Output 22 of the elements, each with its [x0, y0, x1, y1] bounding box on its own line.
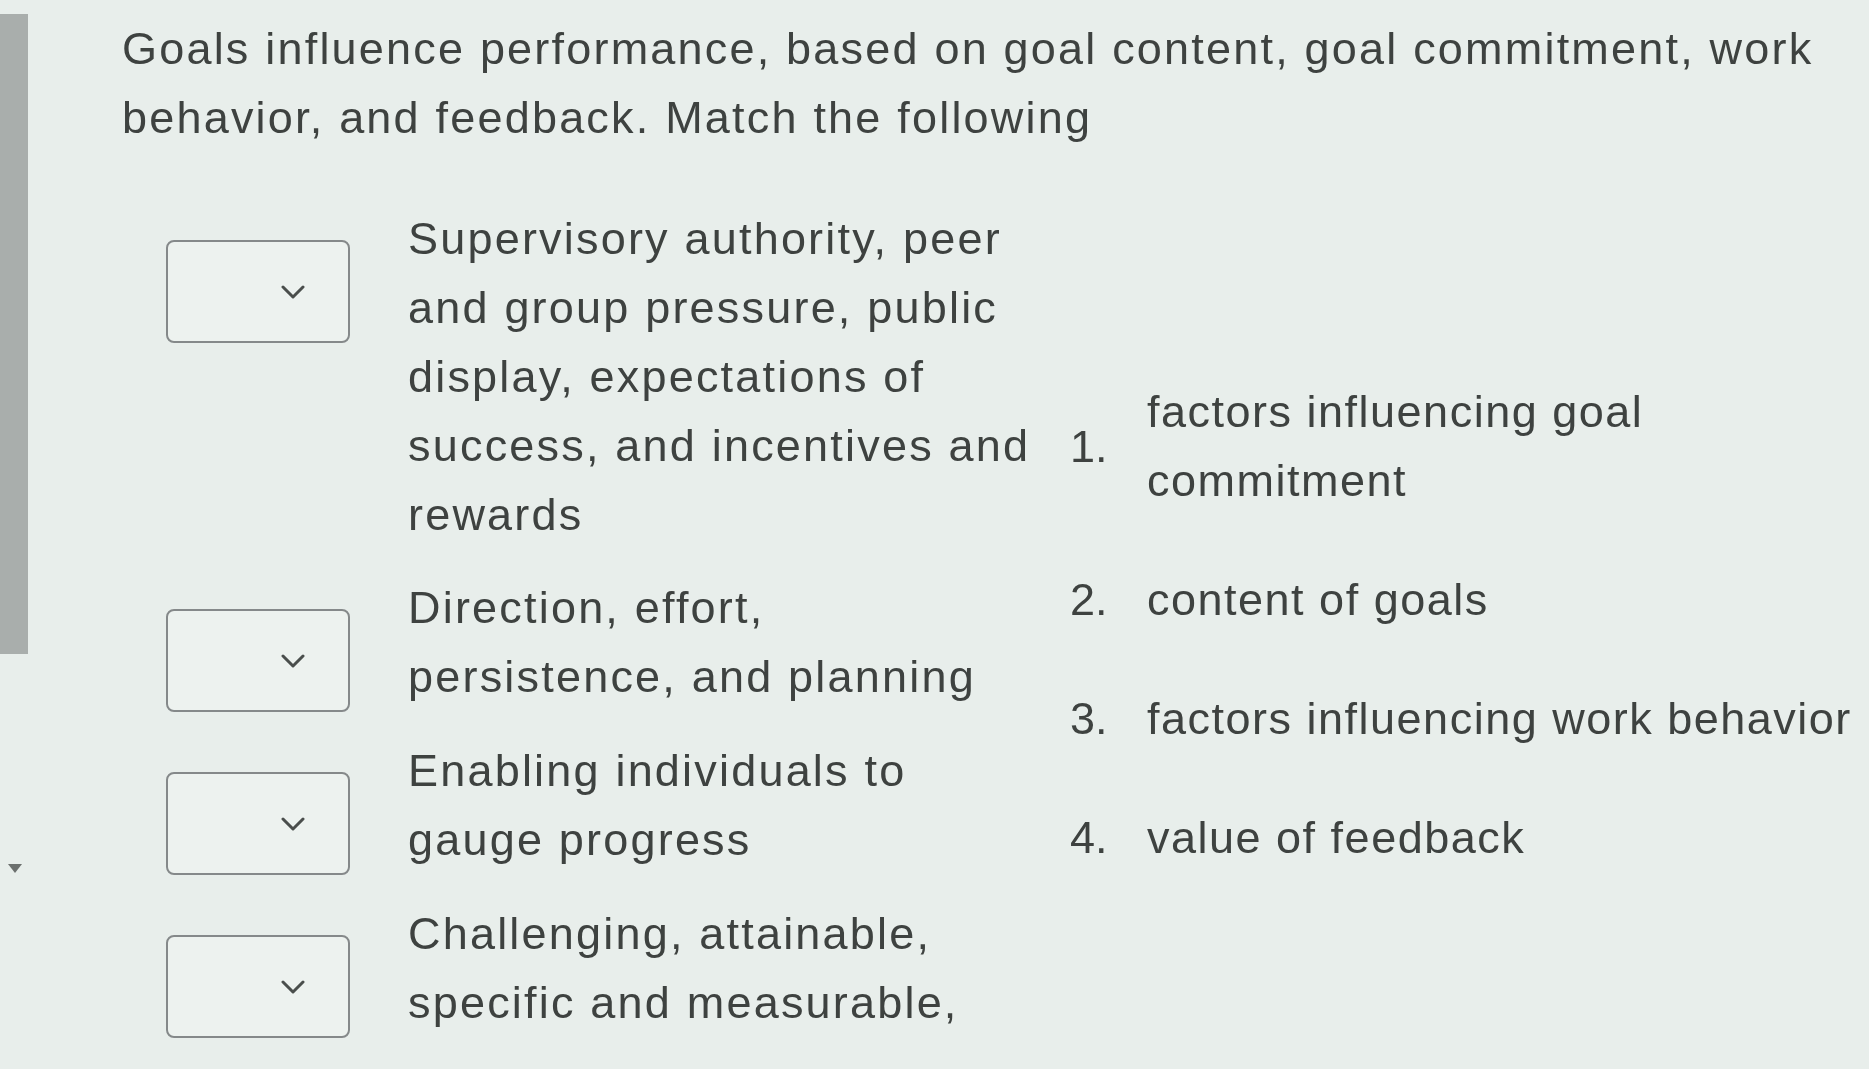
- answer-dropdown[interactable]: [166, 772, 350, 875]
- answer-number: 1.: [1070, 419, 1109, 474]
- answer-dropdown[interactable]: [166, 935, 350, 1038]
- triangle-down-icon[interactable]: [8, 864, 22, 873]
- question-text: Goals influence performance, based on goal content, goal commitment, work behavior, and feedback. Match the following: [122, 22, 1815, 145]
- prompt-text: Enabling individuals to gauge progress: [408, 744, 908, 867]
- answer-dropdown[interactable]: [166, 609, 350, 712]
- answer-text: content of goals: [1147, 573, 1490, 627]
- prompt-text: Supervisory authority, peer and group pressure, public display, expectations of success, and incentives and rewards: [408, 212, 1032, 542]
- chevron-down-icon: [281, 653, 305, 668]
- answer-text: factors influencing work behavior: [1147, 692, 1853, 746]
- prompt-text: Direction, effort, persistence, and planning: [408, 581, 977, 704]
- chevron-down-icon: [281, 284, 305, 299]
- answer-number: 3.: [1070, 692, 1109, 746]
- answer-text: factors influencing goal commitment: [1147, 385, 1645, 508]
- answer-number: 4.: [1070, 811, 1109, 865]
- chevron-down-icon: [281, 816, 305, 831]
- answer-number: 2.: [1070, 573, 1109, 627]
- prompt-text: Challenging, attainable, specific and measurable,: [408, 907, 960, 1030]
- answer-dropdown[interactable]: [166, 240, 350, 343]
- chevron-down-icon: [281, 979, 305, 994]
- answer-text: value of feedback: [1147, 811, 1527, 865]
